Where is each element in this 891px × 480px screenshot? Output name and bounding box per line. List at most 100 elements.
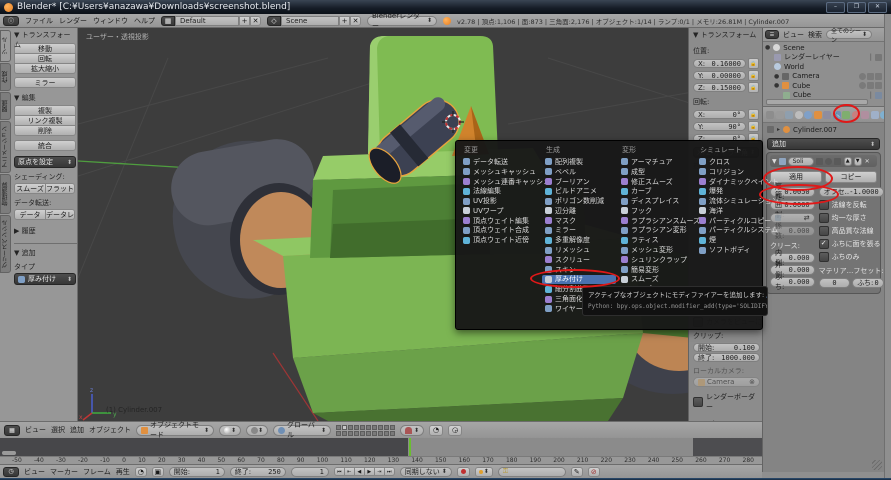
panel-transform-header[interactable]: ▼ トランスフォーム xyxy=(14,30,77,41)
scene-tab-icon[interactable] xyxy=(795,111,803,119)
jump-to-end-button[interactable]: ⏭ xyxy=(384,467,395,476)
modifier-name-field[interactable]: Soli xyxy=(788,157,814,166)
add-modifier-dropdown[interactable]: 追加⬍ xyxy=(767,138,880,150)
delete-button[interactable]: 削除 xyxy=(14,125,76,136)
shading-dropdown[interactable]: ⬍ xyxy=(219,425,241,436)
material-tab-icon[interactable] xyxy=(852,111,860,119)
maximize-button[interactable]: ❐ xyxy=(847,2,866,13)
menu-item[interactable]: アーマチュア xyxy=(618,157,694,167)
fill-rim-checkbox[interactable]: ✓ xyxy=(819,239,829,249)
menu-item[interactable]: ダイナミックペイント xyxy=(696,177,762,187)
panel-add-header[interactable]: ▼ 追加 xyxy=(14,248,77,259)
menu-item[interactable]: ビルドアニメ xyxy=(542,186,616,196)
only-rim-row[interactable]: ふちのみ xyxy=(819,252,884,262)
menu-item[interactable]: 頂点ウェイト近傍 xyxy=(460,235,540,245)
loc-x-field[interactable]: X:0.16000 xyxy=(693,59,746,68)
title-bar[interactable]: Blender* [C:¥Users¥anazawa¥Downloads¥scr… xyxy=(0,0,891,14)
panel-edit-header[interactable]: ▼ 編集 xyxy=(14,93,77,104)
record-button[interactable] xyxy=(457,467,470,477)
modifiers-tab-icon[interactable]: 🔧 xyxy=(833,111,841,119)
outliner-row-camera[interactable]: ●Camera xyxy=(765,72,882,82)
particles-tab-icon[interactable] xyxy=(871,111,879,119)
editor-type-outliner-icon[interactable]: ☰ xyxy=(765,30,779,39)
menu-item[interactable]: スムーズ xyxy=(618,275,694,285)
move-down-button[interactable]: ▼ xyxy=(854,157,862,166)
toolshelf-tab-physics[interactable]: 物理演算 xyxy=(0,174,11,214)
outliner-row-scene[interactable]: ●Scene xyxy=(765,43,882,53)
timeline-playback-menu[interactable]: 再生 xyxy=(116,467,130,477)
scene-add-button[interactable]: + xyxy=(339,16,350,26)
lock-range-icon[interactable]: ▣ xyxy=(152,467,164,477)
menu-item[interactable]: 流体シミュレーション xyxy=(696,196,762,206)
only-rim-checkbox[interactable] xyxy=(819,252,829,262)
shade-smooth-button[interactable]: スムーズ xyxy=(14,183,46,194)
menu-item[interactable]: スキン xyxy=(542,265,616,275)
loc-y-field[interactable]: Y:0.00000 xyxy=(693,71,746,80)
menu-item[interactable]: 修正スムーズ xyxy=(618,177,694,187)
menu-item[interactable]: データ転送 xyxy=(460,157,540,167)
rot-x-field[interactable]: X:0° xyxy=(693,110,746,119)
menu-item[interactable]: ベベル xyxy=(542,167,616,177)
timeline-marker-menu[interactable]: マーカー xyxy=(50,467,78,477)
eye-toggle-icon[interactable] xyxy=(825,158,832,165)
visibility-eye-icon[interactable] xyxy=(859,82,866,89)
outliner-row-renderlayers[interactable]: レンダーレイヤー| xyxy=(765,53,882,63)
editmode-toggle-icon[interactable] xyxy=(834,158,841,165)
outliner-row-world[interactable]: World xyxy=(765,62,882,72)
menu-item[interactable]: スクリュー xyxy=(542,255,616,265)
render-border-checkbox[interactable] xyxy=(693,397,703,407)
menu-item[interactable]: カーブ xyxy=(618,186,694,196)
toolshelf-tab-create[interactable]: 作成 xyxy=(0,63,11,91)
render-opengl-anim-button[interactable]: ◶ xyxy=(448,425,462,436)
expand-arrow-icon[interactable]: ▼ xyxy=(772,158,777,165)
fill-rim-row[interactable]: ✓ふちに面を張る xyxy=(819,239,884,249)
selectable-icon[interactable] xyxy=(867,73,874,80)
move-up-button[interactable]: ▲ xyxy=(844,157,852,166)
menu-item[interactable]: ソフトボディ xyxy=(696,245,762,255)
object-menu[interactable]: オブジェクト xyxy=(89,425,131,435)
toolshelf-tab-animation[interactable]: アニメーション xyxy=(0,121,11,173)
menu-help[interactable]: ヘルプ xyxy=(134,16,155,26)
offset-field[interactable]: オフセ..-1.0000 xyxy=(819,187,884,197)
world-tab-icon[interactable] xyxy=(804,111,812,119)
screen-layout-selector[interactable]: ▦ Default + ✕ xyxy=(161,16,261,26)
material-offset-field[interactable]: 0 xyxy=(819,278,851,288)
view-menu[interactable]: ビュー xyxy=(25,425,46,435)
scene-selector[interactable]: ◇ Scene + ✕ xyxy=(267,16,361,26)
menu-item[interactable]: 煙 xyxy=(696,235,762,245)
menu-render[interactable]: レンダー xyxy=(59,16,87,26)
snap-dropdown[interactable]: ⬍ xyxy=(400,425,424,436)
add-type-dropdown[interactable]: 厚み付け ⬍ xyxy=(14,273,76,285)
flip-normals-checkbox[interactable] xyxy=(819,200,829,210)
menu-item[interactable]: ラプラシアン変形 xyxy=(618,226,694,236)
menu-item[interactable]: メッシュキャッシュ xyxy=(460,167,540,177)
menu-file[interactable]: ファイル xyxy=(25,16,53,26)
lock-icon[interactable]: 🔒 xyxy=(748,109,759,120)
rot-y-field[interactable]: Y:90° xyxy=(693,122,746,131)
menu-item[interactable]: 辺分離 xyxy=(542,206,616,216)
scene-delete-button[interactable]: ✕ xyxy=(350,16,361,26)
editor-type-icon[interactable]: ⓘ xyxy=(3,16,19,26)
lock-icon[interactable]: 🔒 xyxy=(748,70,759,81)
renderable-icon[interactable] xyxy=(875,82,882,89)
data-layer-button[interactable]: データレ xyxy=(45,209,75,220)
shade-flat-button[interactable]: フラット xyxy=(45,183,75,194)
close-button[interactable]: ✕ xyxy=(868,2,887,13)
menu-item[interactable]: パーティクルシステム xyxy=(696,226,762,236)
render-layers-tab-icon[interactable] xyxy=(785,111,793,119)
modifier-header[interactable]: ▼ Soli ▲ ▼ ✕ xyxy=(770,155,877,167)
editor-type-3dview-icon[interactable]: ▦ xyxy=(4,425,20,436)
crease-rim-field[interactable]: ふち:0.000 xyxy=(770,277,815,287)
render-tab-icon[interactable] xyxy=(776,111,784,119)
menu-item[interactable]: ラプラシアンスムーズ xyxy=(618,216,694,226)
npanel-transform-header[interactable]: ▼ トランスフォーム xyxy=(693,30,759,40)
keying-set-field[interactable]: ⚿ xyxy=(498,467,566,477)
outliner-hscrollbar[interactable] xyxy=(766,99,868,105)
render-engine-select[interactable]: Blenderレンダー⬍ xyxy=(367,16,437,26)
toolshelf-tab-greasepencil[interactable]: グリースペンシル xyxy=(0,215,11,273)
menu-window[interactable]: ウィンドウ xyxy=(93,16,128,26)
render-toggle-icon[interactable] xyxy=(816,158,823,165)
flip-normals-row[interactable]: 法線を反転 xyxy=(819,200,884,210)
timeline-region[interactable] xyxy=(0,438,762,456)
layout-add-button[interactable]: + xyxy=(239,16,250,26)
